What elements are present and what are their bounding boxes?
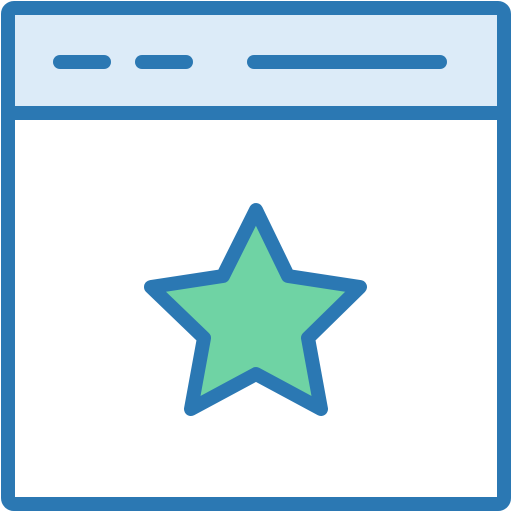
browser-window-favorite-icon xyxy=(1,1,511,511)
icon-canvas xyxy=(0,0,512,512)
